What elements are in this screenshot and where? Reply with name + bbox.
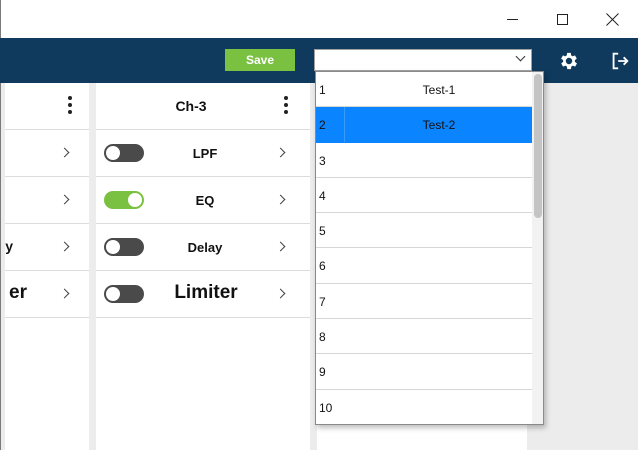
window-minimize-button[interactable] [489, 0, 535, 38]
lpf-toggle[interactable] [104, 144, 144, 162]
preset-number: 4 [319, 188, 326, 203]
window-close-button[interactable] [589, 0, 635, 38]
dropdown-scrollbar[interactable] [532, 72, 543, 424]
preset-name: Test-2 [422, 118, 456, 133]
preset-option-3[interactable]: 3 [316, 143, 532, 178]
preset-number: 8 [319, 330, 326, 345]
fx-row-label: y [5, 238, 13, 254]
fx-row[interactable] [5, 177, 89, 224]
channel-panel-previous: y er [5, 83, 89, 450]
delay-toggle[interactable] [104, 238, 144, 256]
fx-row-label: Delay [187, 240, 223, 255]
chevron-down-icon [515, 51, 526, 62]
scrollbar-thumb[interactable] [534, 74, 542, 218]
preset-number: 9 [319, 365, 326, 380]
channel-header [5, 83, 89, 130]
channel-header: Ch-3 [96, 83, 310, 130]
fx-row[interactable] [5, 130, 89, 177]
fx-row-limiter[interactable]: Limiter [96, 271, 310, 318]
maximize-icon [556, 13, 568, 25]
save-button[interactable]: Save [225, 49, 295, 71]
minimize-icon [506, 18, 518, 20]
channel-panel-ch3: Ch-3 LPF EQ Delay Limiter [96, 83, 310, 450]
channel-title: Ch-3 [175, 98, 207, 114]
limiter-toggle[interactable] [104, 285, 144, 303]
chevron-right-icon [59, 241, 70, 252]
chevron-right-icon [59, 147, 70, 158]
preset-list: 1 Test-1 2 Test-2 3 4 5 6 7 8 9 10 [316, 72, 532, 424]
preset-option-6[interactable]: 6 [316, 248, 532, 284]
logout-icon[interactable] [609, 50, 631, 72]
preset-number: 2 [319, 118, 326, 133]
window-titlebar [0, 0, 638, 38]
divider [344, 107, 345, 142]
preset-option-10[interactable]: 10 [316, 390, 532, 424]
chevron-right-icon [59, 194, 70, 205]
preset-select[interactable] [314, 49, 532, 71]
fx-row-eq[interactable]: EQ [96, 177, 310, 224]
chevron-right-icon [275, 194, 286, 205]
preset-dropdown-list: 1 Test-1 2 Test-2 3 4 5 6 7 8 9 10 [315, 71, 544, 425]
more-options-icon[interactable] [282, 96, 290, 116]
window-border [0, 83, 1, 450]
preset-option-7[interactable]: 7 [316, 284, 532, 320]
preset-name: Test-1 [422, 83, 456, 97]
chevron-right-icon [275, 147, 286, 158]
window-maximize-button[interactable] [539, 0, 585, 38]
preset-number: 3 [319, 153, 326, 168]
fx-row-label: Limiter [174, 282, 238, 303]
eq-toggle[interactable] [104, 191, 144, 209]
preset-number: 10 [319, 400, 333, 415]
preset-number: 1 [319, 83, 326, 97]
preset-number: 5 [319, 224, 326, 239]
more-options-icon[interactable] [66, 96, 74, 116]
gear-icon[interactable] [558, 50, 580, 72]
fx-row-label: EQ [195, 193, 215, 208]
preset-option-4[interactable]: 4 [316, 178, 532, 214]
chevron-right-icon [275, 288, 286, 299]
fx-row[interactable]: y [5, 224, 89, 271]
preset-option-9[interactable]: 9 [316, 354, 532, 390]
fx-row-label: LPF [192, 146, 218, 161]
close-icon [606, 13, 619, 26]
preset-option-5[interactable]: 5 [316, 213, 532, 249]
preset-option-2[interactable]: 2 Test-2 [316, 107, 532, 143]
chevron-right-icon [59, 288, 70, 299]
preset-option-1[interactable]: 1 Test-1 [316, 72, 532, 108]
fx-row[interactable]: er [5, 271, 89, 318]
preset-option-8[interactable]: 8 [316, 319, 532, 355]
preset-number: 7 [319, 294, 326, 309]
fx-row-label: er [9, 282, 27, 303]
chevron-right-icon [275, 241, 286, 252]
fx-row-lpf[interactable]: LPF [96, 130, 310, 177]
preset-number: 6 [319, 259, 326, 274]
fx-row-delay[interactable]: Delay [96, 224, 310, 271]
